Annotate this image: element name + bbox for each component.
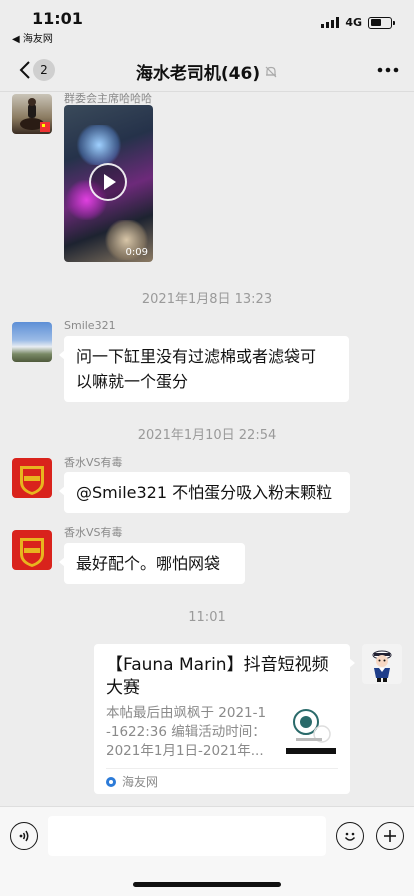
- avatar[interactable]: [362, 644, 402, 684]
- sender-name: 群委会主席哈哈哈: [64, 92, 152, 105]
- sender-name: Smile321: [64, 319, 116, 332]
- link-card-desc-line: 2021年1月1日-2021年...: [106, 743, 264, 759]
- avatar[interactable]: [12, 530, 52, 570]
- message-text-line: 以嘛就一个蛋分: [76, 372, 189, 391]
- battery-icon: [368, 16, 395, 29]
- message-timestamp: 2021年1月10日 22:54: [137, 428, 277, 443]
- chat-title: 海水老司机(46): [135, 64, 261, 84]
- home-indicator[interactable]: [133, 882, 281, 887]
- message-timestamp: 2021年1月8日 13:23: [141, 292, 273, 307]
- video-duration: 0:09: [125, 247, 148, 258]
- more-options-button[interactable]: [376, 60, 400, 80]
- link-card-divider: [106, 768, 338, 769]
- message-bubble[interactable]: 问一下缸里没有过滤棉或者滤袋可 以嘛就一个蛋分: [59, 336, 349, 402]
- link-card-desc-line: 本帖最后由飒枫于 2021-1: [106, 705, 267, 721]
- play-icon[interactable]: [89, 163, 127, 201]
- chat-title-wrap: 海水老司机(46): [100, 59, 314, 84]
- bell-off-icon: [265, 66, 277, 77]
- avatar-club-badge: [12, 530, 52, 570]
- status-bar: 11:01 ◀ 海友网 4G: [0, 0, 414, 48]
- status-time: 11:01: [32, 9, 83, 28]
- link-card-desc-line: -1622:36 编辑活动时间：: [106, 724, 266, 740]
- message-list[interactable]: 群委会主席哈哈哈 0:09 2021年1月8日 13:23 Smile321 问…: [0, 92, 414, 806]
- link-card-title-line: 大赛: [106, 678, 140, 698]
- signal-icon: [321, 17, 340, 28]
- emoji-icon: [344, 832, 356, 841]
- chevron-left-icon: [19, 61, 30, 79]
- voice-icon: [19, 830, 29, 842]
- link-card-title-line: 【Fauna Marin】抖音短视频: [106, 655, 329, 675]
- sender-name: 香水VS有毒: [64, 526, 123, 539]
- message-timestamp: 11:01: [188, 610, 226, 625]
- video-message[interactable]: 0:09: [64, 105, 153, 262]
- link-card-source-label: 海友网: [122, 775, 159, 789]
- status-indicators: 4G: [321, 16, 395, 29]
- voice-button[interactable]: [10, 822, 38, 850]
- link-card-thumbnail: [284, 702, 338, 756]
- link-card-description: 本帖最后由飒枫于 2021-1 -1622:36 编辑活动时间： 2021年1月…: [106, 704, 284, 761]
- avatar[interactable]: [12, 322, 52, 362]
- avatar-rider-image: [20, 98, 50, 132]
- more-functions-button[interactable]: [376, 822, 404, 850]
- unread-count-badge[interactable]: 2: [33, 59, 55, 81]
- sender-name: 香水VS有毒: [64, 456, 123, 469]
- avatar[interactable]: [12, 458, 52, 498]
- avatar[interactable]: [12, 94, 52, 134]
- message-bubble[interactable]: @Smile321 不怕蛋分吸入粉末颗粒: [59, 472, 350, 513]
- network-label: 4G: [345, 16, 362, 29]
- chat-header: 2 海水老司机(46): [0, 48, 414, 92]
- link-card-thumbnail-image: [286, 709, 336, 754]
- message-text-line: 问一下缸里没有过滤棉或者滤袋可: [76, 347, 317, 366]
- link-card-message[interactable]: 【Fauna Marin】抖音短视频 大赛 本帖最后由飒枫于 2021-1 -1…: [94, 644, 355, 794]
- plus-icon: [384, 830, 396, 842]
- more-dots-icon: [377, 67, 399, 73]
- message-text-line: @Smile321 不怕蛋分吸入粉末颗粒: [76, 483, 333, 502]
- link-card-title: 【Fauna Marin】抖音短视频 大赛: [106, 654, 338, 700]
- message-input[interactable]: [48, 816, 326, 856]
- emoji-button[interactable]: [336, 822, 364, 850]
- link-card-source: 海友网: [106, 773, 158, 790]
- message-text-line: 最好配个。哪怕网袋: [76, 554, 221, 573]
- message-bubble[interactable]: 最好配个。哪怕网袋: [59, 543, 245, 584]
- source-app-icon: [106, 776, 116, 787]
- avatar-club-badge: [12, 458, 52, 498]
- status-back-to-app[interactable]: ◀ 海友网: [12, 30, 53, 45]
- avatar-cartoon-sailor: [372, 650, 392, 682]
